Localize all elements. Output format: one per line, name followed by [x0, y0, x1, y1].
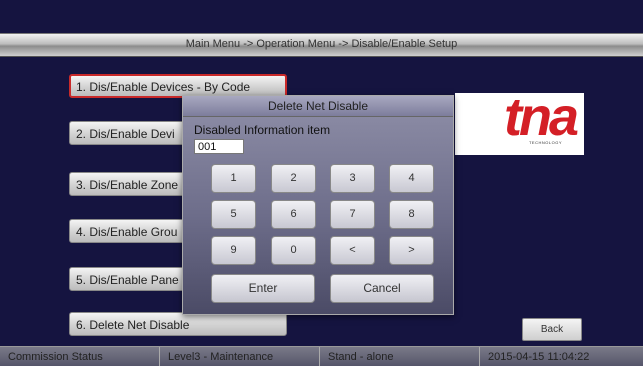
key-backspace[interactable]: < [330, 236, 375, 265]
dialog-title: Delete Net Disable [183, 96, 453, 117]
key-0[interactable]: 0 [271, 236, 316, 265]
key-4[interactable]: 4 [389, 164, 434, 193]
key-7[interactable]: 7 [330, 200, 375, 229]
logo-text: tna [504, 93, 579, 147]
disabled-item-label: Disabled Information item [194, 123, 331, 137]
key-6[interactable]: 6 [271, 200, 316, 229]
key-1[interactable]: 1 [211, 164, 256, 193]
key-8[interactable]: 8 [389, 200, 434, 229]
date-time: 2015-04-15 11:04:22 [488, 351, 590, 363]
title-bar: Main Menu -> Operation Menu -> Disable/E… [0, 33, 643, 57]
menu-item-delete-net-disable[interactable]: 6. Delete Net Disable [69, 312, 287, 336]
back-button[interactable]: Back [522, 318, 582, 341]
key-3[interactable]: 3 [330, 164, 375, 193]
commission-status: Commission Status [0, 347, 160, 366]
item-code-input[interactable]: 001 [194, 139, 244, 154]
key-5[interactable]: 5 [211, 200, 256, 229]
access-level: Level3 - Maintenance [160, 347, 320, 366]
breadcrumb: Main Menu -> Operation Menu -> Disable/E… [185, 38, 458, 50]
key-2[interactable]: 2 [271, 164, 316, 193]
logo-subtitle: TECHNOLOGY [528, 140, 562, 145]
network-mode: Stand - alone [320, 347, 480, 366]
status-bar: Commission Status Level3 - Maintenance S… [0, 346, 643, 366]
company-logo: tna TECHNOLOGY [455, 93, 584, 155]
enter-button[interactable]: Enter [211, 274, 315, 303]
cancel-button[interactable]: Cancel [330, 274, 434, 303]
key-9[interactable]: 9 [211, 236, 256, 265]
key-forward[interactable]: > [389, 236, 434, 265]
delete-net-disable-dialog: Delete Net Disable Disabled Information … [182, 95, 454, 315]
